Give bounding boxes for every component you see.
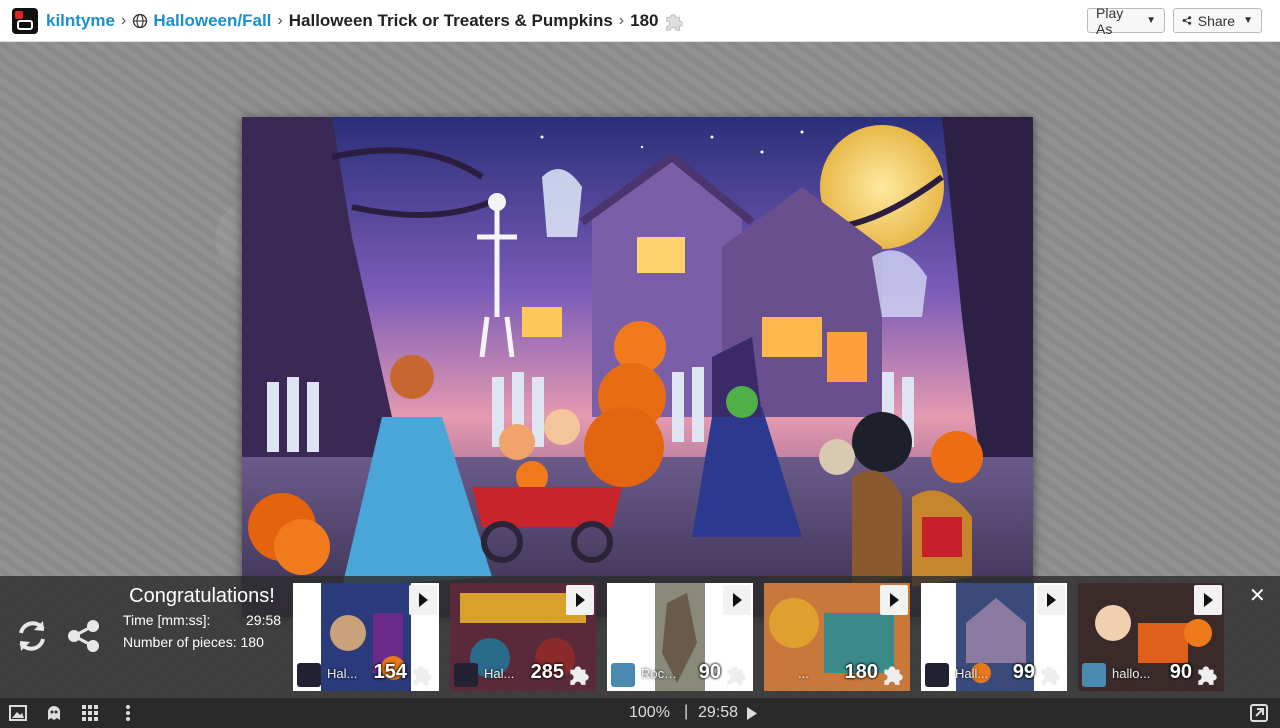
puzzle-piece-icon: [570, 666, 589, 685]
pieces-label: Number of pieces: 180: [123, 634, 264, 650]
zoom-level[interactable]: 100%: [629, 704, 670, 722]
thumb-piece-count: 90: [698, 661, 721, 683]
thumb-avatar-icon: [454, 663, 478, 687]
thumb-name: ...: [798, 666, 809, 681]
puzzle-piece-icon: [413, 666, 432, 685]
puzzle-piece-icon: [665, 13, 683, 31]
completed-puzzle-image: [242, 117, 1033, 617]
time-label: Time [mm:ss]:: [123, 612, 211, 628]
related-puzzle-thumb[interactable]: Rock... 90: [607, 583, 753, 691]
play-icon[interactable]: [723, 585, 751, 615]
congratulations-heading: Congratulations!: [129, 585, 275, 607]
thumb-name: Rock...: [641, 666, 681, 681]
user-avatar-icon[interactable]: [12, 7, 38, 34]
related-puzzle-thumb[interactable]: ... 180: [764, 583, 910, 691]
fullscreen-icon[interactable]: [1249, 703, 1269, 723]
ghost-image-icon[interactable]: [44, 703, 64, 723]
bottom-toolbar: 100% | 29:58: [0, 698, 1280, 728]
related-puzzle-thumb[interactable]: Hall... 99: [921, 583, 1067, 691]
share-label: Share: [1197, 12, 1236, 29]
image-preview-icon[interactable]: [8, 703, 28, 723]
thumb-name: hallo...: [1112, 666, 1151, 681]
divider: |: [684, 703, 689, 720]
chevron-right-icon: ›: [120, 11, 127, 29]
play-icon[interactable]: [880, 585, 908, 615]
breadcrumb-user[interactable]: kilntyme: [46, 11, 115, 31]
share-icon: [1182, 16, 1192, 25]
share-icon[interactable]: [66, 618, 102, 654]
top-bar: kilntyme › Halloween/Fall › Halloween Tr…: [0, 0, 1280, 42]
play-as-button[interactable]: Play As ▼: [1087, 5, 1165, 37]
time-value: 29:58: [246, 612, 282, 628]
puzzle-piece-icon: [1198, 666, 1217, 685]
related-puzzle-thumb[interactable]: hallo... 90: [1078, 583, 1224, 691]
caret-down-icon: ▼: [1243, 15, 1253, 26]
thumb-piece-count: 154: [373, 661, 407, 683]
grid-icon[interactable]: [80, 703, 100, 723]
puzzle-piece-icon: [1041, 666, 1060, 685]
thumb-name: Hall...: [955, 666, 989, 681]
thumb-avatar-icon: [297, 663, 321, 687]
puzzle-piece-icon: [884, 666, 903, 685]
chevron-right-icon: ›: [277, 11, 283, 29]
related-puzzle-thumb[interactable]: Hal... 154: [293, 583, 439, 691]
play-icon[interactable]: [1037, 585, 1065, 615]
close-icon[interactable]: ✕: [1249, 583, 1266, 608]
breadcrumb-category[interactable]: Halloween/Fall: [153, 11, 271, 31]
globe-icon: [133, 13, 148, 28]
thumb-avatar-icon: [925, 663, 949, 687]
page-title: Halloween Trick or Treaters & Pumpkins: [288, 10, 613, 30]
thumb-piece-count: 180: [844, 661, 878, 683]
piece-count: 180: [630, 10, 659, 30]
related-puzzle-thumb[interactable]: Hal... 285: [450, 583, 596, 691]
thumb-name: Hal...: [484, 666, 515, 681]
thumb-piece-count: 99: [1012, 661, 1035, 683]
play-icon[interactable]: [1194, 585, 1222, 615]
thumb-avatar-icon: [611, 663, 635, 687]
more-menu-icon[interactable]: [118, 703, 138, 723]
restart-icon[interactable]: [13, 617, 51, 655]
play-icon[interactable]: [566, 585, 594, 615]
play-icon[interactable]: [746, 707, 758, 720]
play-icon[interactable]: [409, 585, 437, 615]
thumb-avatar-icon: [1082, 663, 1106, 687]
thumb-piece-count: 90: [1169, 661, 1192, 683]
chevron-right-icon: ›: [618, 11, 625, 29]
thumb-piece-count: 285: [530, 661, 564, 683]
puzzle-piece-icon: [727, 666, 746, 685]
play-as-label: Play As: [1096, 4, 1124, 37]
timer: 29:58: [698, 704, 739, 721]
caret-down-icon: ▼: [1146, 15, 1156, 26]
thumb-name: Hal...: [327, 666, 358, 681]
share-button[interactable]: Share ▼: [1173, 8, 1262, 33]
